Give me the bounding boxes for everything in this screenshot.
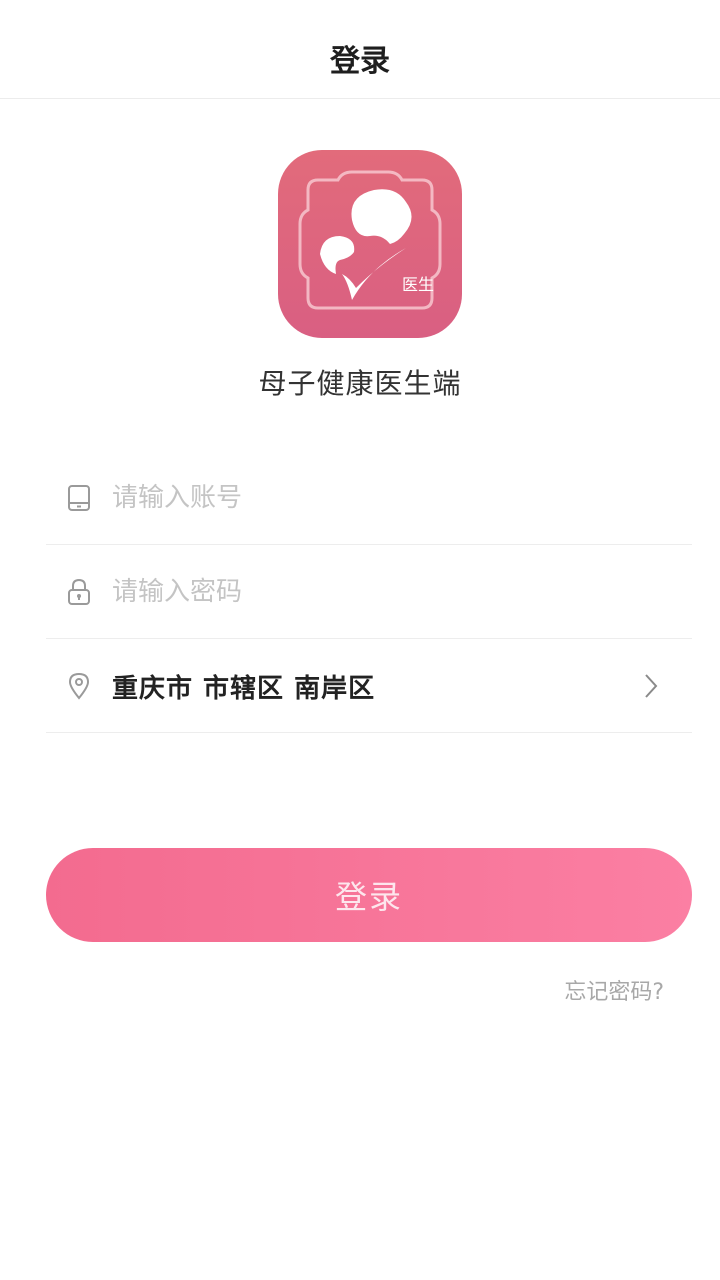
- login-page: 登录 医生 母子健康医生端 请输入账号 重庆市 市辖区 南岸区 登录 忘记密码?: [0, 0, 720, 1280]
- login-button[interactable]: 登录: [46, 848, 692, 942]
- page-title: 登录: [330, 44, 390, 79]
- password-input[interactable]: [112, 577, 612, 607]
- mother-child-logo-icon: 医生: [298, 170, 442, 310]
- logo-badge-text: 医生: [402, 275, 434, 294]
- region-value: 重庆市 市辖区 南岸区: [112, 673, 376, 704]
- password-field[interactable]: [46, 546, 692, 639]
- app-name: 母子健康医生端: [258, 367, 462, 400]
- chevron-right-icon: [636, 671, 666, 701]
- nav-header: 登录: [0, 0, 720, 99]
- location-pin-icon: [64, 671, 94, 701]
- app-logo: 医生: [278, 150, 462, 338]
- phone-icon: [64, 483, 94, 513]
- account-field[interactable]: [46, 452, 692, 545]
- forgot-password-link[interactable]: 忘记密码?: [564, 974, 664, 1006]
- region-selector[interactable]: 重庆市 市辖区 南岸区: [46, 640, 692, 733]
- account-input[interactable]: [112, 483, 612, 513]
- lock-icon: [64, 577, 94, 607]
